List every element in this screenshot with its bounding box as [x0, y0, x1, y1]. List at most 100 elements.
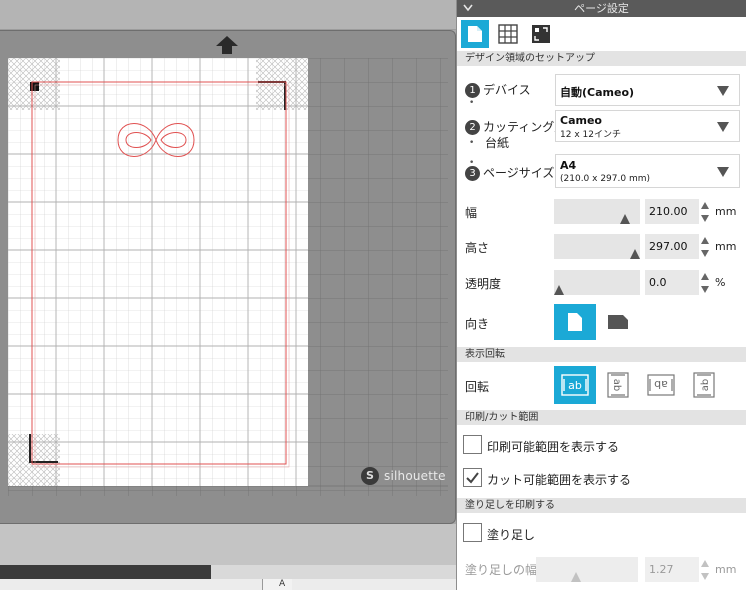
slider-thumb[interactable]: [554, 285, 564, 295]
show-cut-area-row[interactable]: カット可能範囲を表示する: [457, 467, 746, 489]
height-row: 高さ 297.00 mm: [457, 234, 746, 260]
width-spinner-icon[interactable]: [701, 201, 709, 223]
landscape-page-icon: [608, 315, 628, 329]
canvas-top-bar: [0, 0, 456, 30]
design-canvas[interactable]: S silhouette A: [0, 0, 456, 590]
silhouette-logo-text: silhouette: [384, 469, 446, 483]
bleed-label: 塗り足し: [487, 528, 536, 542]
section-bleed: 塗り足しを印刷する: [457, 498, 746, 513]
bleed-row[interactable]: 塗り足し: [457, 522, 746, 544]
width-label: 幅: [465, 206, 478, 220]
transparency-row: 透明度 0.0 %: [457, 270, 746, 296]
page-icon: [468, 26, 482, 42]
device-value: 自動(Cameo): [560, 86, 635, 99]
height-slider[interactable]: [554, 234, 640, 259]
rotate-90-button[interactable]: ab: [597, 366, 639, 404]
text-tool-peek[interactable]: A: [262, 579, 292, 590]
page-setup-panel: ページ設定 デザイン領域のセットアップ 1 デバイス • 自動(Cameo) 2…: [456, 0, 746, 590]
cutting-mat-size: 12 x 12インチ: [560, 130, 621, 140]
rotate-0-button[interactable]: ab: [554, 366, 596, 404]
portrait-page-icon: [568, 313, 582, 331]
device-label: 1 デバイス: [465, 81, 531, 98]
slider-thumb[interactable]: [630, 249, 640, 259]
bleed-width-label: 塗り足しの幅: [465, 563, 538, 577]
feed-direction-arrow-icon: [216, 36, 238, 54]
width-slider[interactable]: [554, 199, 640, 224]
bleed-width-input[interactable]: 1.27: [645, 557, 699, 582]
section-design-setup: デザイン領域のセットアップ: [457, 51, 746, 66]
slider-thumb[interactable]: [571, 572, 581, 582]
section-print-cut: 印刷/カット範囲: [457, 410, 746, 425]
checkmark-icon: [466, 472, 479, 484]
rotate-0-icon: ab: [561, 374, 589, 396]
rotate-label: 回転: [465, 380, 490, 394]
dropdown-arrow-icon: [717, 167, 729, 177]
bleed-width-spinner-icon[interactable]: [701, 559, 709, 581]
width-row: 幅 210.00 mm: [457, 199, 746, 225]
bleed-width-row: 塗り足しの幅 1.27 mm: [457, 556, 746, 582]
show-print-area-checkbox[interactable]: [463, 435, 482, 454]
section-rotation: 表示回転: [457, 347, 746, 362]
cutting-mat-row: 2 カッティング用 台紙 • Cameo 12 x 12インチ: [457, 108, 746, 150]
bleed-width-unit: mm: [715, 563, 737, 576]
width-input[interactable]: 210.00: [645, 199, 699, 224]
page-size-row: • 3 ページサイズ A4 (210.0 x 297.0 mm): [457, 152, 746, 192]
step-badge-2: 2: [465, 120, 480, 135]
transparency-spinner-icon[interactable]: [701, 272, 709, 294]
cutting-mat-label-line2: 台紙: [485, 136, 510, 150]
device-row: 1 デバイス • 自動(Cameo): [457, 72, 746, 108]
svg-text:ab: ab: [700, 379, 711, 391]
chevron-down-icon[interactable]: [463, 4, 473, 12]
height-input[interactable]: 297.00: [645, 234, 699, 259]
silhouette-logo-icon: S: [361, 467, 379, 485]
bleed-width-slider[interactable]: [536, 557, 638, 582]
grid-icon: [498, 24, 518, 44]
cutting-mat-value: Cameo: [560, 114, 602, 127]
panel-title: ページ設定: [574, 2, 629, 15]
page-size-dims: (210.0 x 297.0 mm): [560, 174, 650, 184]
rotate-270-icon: ab: [693, 372, 715, 398]
rotate-180-icon: ab: [647, 374, 675, 396]
registration-marks-icon: [532, 25, 550, 43]
device-dropdown[interactable]: 自動(Cameo): [555, 74, 740, 106]
rotate-270-button[interactable]: ab: [683, 366, 725, 404]
bleed-checkbox[interactable]: [463, 523, 482, 542]
show-print-area-row[interactable]: 印刷可能範囲を表示する: [457, 434, 746, 456]
rotate-row: 回転 ab ab ab ab: [457, 366, 746, 404]
mat-grid: [8, 58, 448, 496]
tab-grid[interactable]: [494, 20, 522, 48]
orientation-row: 向き: [457, 304, 746, 340]
page-size-dropdown[interactable]: A4 (210.0 x 297.0 mm): [555, 154, 740, 188]
dropdown-arrow-icon: [717, 86, 729, 96]
tab-page-setup[interactable]: [461, 20, 489, 48]
svg-text:ab: ab: [568, 379, 582, 392]
width-unit: mm: [715, 205, 737, 218]
panel-tabs: [457, 17, 746, 51]
transparency-slider[interactable]: [554, 270, 640, 295]
svg-text:ab: ab: [611, 379, 622, 391]
scrollbar-thumb[interactable]: [0, 565, 211, 579]
page-size-value: A4: [560, 159, 577, 172]
silhouette-logo: S silhouette: [361, 467, 446, 485]
panel-header: ページ設定: [457, 0, 746, 17]
cutting-mat-dropdown[interactable]: Cameo 12 x 12インチ: [555, 110, 740, 142]
page-size-label: 3 ページサイズ: [465, 164, 554, 181]
tab-registration-marks[interactable]: [527, 20, 555, 48]
rotate-180-button[interactable]: ab: [640, 366, 682, 404]
height-spinner-icon[interactable]: [701, 236, 709, 258]
landscape-button[interactable]: [597, 304, 639, 340]
height-label: 高さ: [465, 241, 490, 255]
dropdown-arrow-icon: [717, 122, 729, 132]
transparency-label: 透明度: [465, 277, 502, 291]
height-unit: mm: [715, 240, 737, 253]
status-strip: [0, 579, 456, 590]
svg-text:ab: ab: [654, 378, 668, 391]
slider-thumb[interactable]: [620, 214, 630, 224]
portrait-button[interactable]: [554, 304, 596, 340]
orientation-label: 向き: [465, 317, 490, 331]
transparency-unit: %: [715, 276, 726, 289]
show-cut-area-checkbox[interactable]: [463, 468, 482, 487]
app-root: S silhouette A ページ設定 デザイン領域のセットアップ 1 デバイ…: [0, 0, 746, 590]
transparency-input[interactable]: 0.0: [645, 270, 699, 295]
rotate-90-icon: ab: [607, 372, 629, 398]
